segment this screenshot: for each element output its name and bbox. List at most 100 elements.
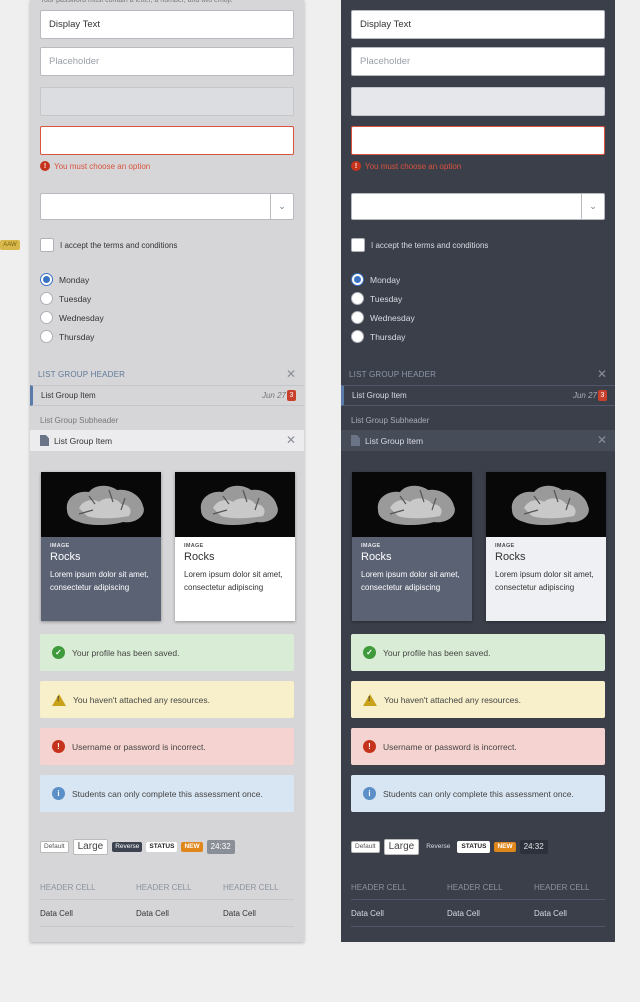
list-group-item-selected[interactable]: List Group Item ✕ [30, 430, 304, 451]
close-icon[interactable]: ✕ [286, 367, 296, 381]
chevron-down-icon[interactable]: ⌄ [581, 194, 604, 219]
table-header-cell: HEADER CELL [351, 883, 407, 892]
radio-thursday[interactable]: Thursday [40, 330, 94, 343]
error-message: ! You must choose an option [40, 161, 150, 171]
radio-dot[interactable] [351, 311, 364, 324]
list-group-item-selected[interactable]: List Group Item ✕ [341, 430, 615, 451]
card-image [175, 472, 295, 537]
radio-monday[interactable]: Monday [351, 273, 400, 286]
card-title: Rocks [495, 551, 526, 563]
error-message-text: You must choose an option [365, 161, 462, 171]
card-description: Lorem ipsum dolor sit amet, consectetur … [50, 570, 149, 592]
card-dark[interactable]: IMAGE Rocks Lorem ipsum dolor sit amet, … [41, 472, 161, 621]
tag-reverse: Reverse [112, 841, 143, 853]
table-cell: Data Cell [40, 908, 73, 918]
checkbox-box[interactable] [351, 238, 365, 252]
alert-error: ! Username or password is incorrect. [351, 728, 605, 765]
placeholder-field[interactable]: Placeholder [351, 47, 605, 76]
terms-checkbox[interactable]: I accept the terms and conditions [40, 238, 177, 252]
rock-image [200, 485, 278, 525]
error-icon: ! [363, 740, 376, 753]
radio-thursday[interactable]: Thursday [351, 330, 405, 343]
table-cell: Data Cell [447, 908, 480, 918]
placeholder-field[interactable]: Placeholder [40, 47, 294, 76]
close-icon[interactable]: ✕ [286, 433, 296, 447]
select-dropdown[interactable]: ⌄ [40, 193, 294, 220]
radio-dot-selected[interactable] [40, 273, 53, 286]
list-group-date: Jun 27 [261, 391, 286, 400]
tag-large: Large [383, 839, 420, 855]
table-header-cell: HEADER CELL [40, 883, 96, 892]
radio-dot[interactable] [351, 292, 364, 305]
close-icon[interactable]: ✕ [597, 367, 607, 381]
table-cell: Data Cell [534, 908, 567, 918]
table-row: Data Cell Data Cell Data Cell [351, 900, 605, 927]
light-theme-panel: Your password must contain a letter, a n… [30, 0, 304, 942]
display-text-field[interactable]: Display Text [40, 10, 294, 39]
tag-default: Default [351, 840, 380, 854]
list-group-subheader: List Group Subheader [40, 416, 119, 425]
table-header-row: HEADER CELL HEADER CELL HEADER CELL [351, 876, 605, 900]
document-icon [351, 435, 360, 446]
alert-warning: ! You haven't attached any resources. [40, 681, 294, 718]
check-circle-icon: ✓ [363, 646, 376, 659]
radio-dot[interactable] [40, 292, 53, 305]
radio-label: Wednesday [59, 312, 104, 323]
info-icon: i [363, 787, 376, 800]
error-icon: ! [40, 161, 50, 171]
chevron-down-icon[interactable]: ⌄ [270, 194, 293, 219]
card-image [41, 472, 161, 537]
card-title: Rocks [361, 551, 392, 563]
alert-error: ! Username or password is incorrect. [40, 728, 294, 765]
radio-label: Tuesday [59, 293, 92, 304]
checkbox-label: I accept the terms and conditions [371, 240, 489, 250]
card-light[interactable]: IMAGE Rocks Lorem ipsum dolor sit amet, … [175, 472, 295, 621]
alert-warning: ! You haven't attached any resources. [351, 681, 605, 718]
list-group-item[interactable]: List Group Item Jun 27 3 [341, 385, 615, 406]
warning-icon: ! [363, 693, 377, 706]
radio-label: Thursday [59, 331, 95, 342]
radio-dot-selected[interactable] [351, 273, 364, 286]
table-header-row: HEADER CELL HEADER CELL HEADER CELL [40, 876, 294, 900]
table-row: Data Cell Data Cell Data Cell [40, 900, 294, 927]
radio-dot[interactable] [40, 330, 53, 343]
radio-dot[interactable] [40, 311, 53, 324]
info-icon: i [52, 787, 65, 800]
alert-text: Students can only complete this assessme… [72, 788, 263, 799]
alert-text: Your profile has been saved. [383, 647, 491, 658]
radio-label: Wednesday [370, 312, 415, 323]
list-group-header: LIST GROUP HEADER [38, 370, 126, 379]
card-title: Rocks [50, 551, 81, 563]
error-field[interactable] [351, 126, 605, 155]
close-icon[interactable]: ✕ [597, 433, 607, 447]
radio-monday[interactable]: Monday [40, 273, 89, 286]
checkbox-box[interactable] [40, 238, 54, 252]
list-group-header: LIST GROUP HEADER [349, 370, 437, 379]
list-group-item[interactable]: List Group Item Jun 27 3 [30, 385, 304, 406]
alert-text: Username or password is incorrect. [383, 741, 517, 752]
password-hint: Your password must contain a letter, a n… [40, 0, 233, 4]
error-field[interactable] [40, 126, 294, 155]
rock-image [377, 485, 455, 525]
display-text-field[interactable]: Display Text [351, 10, 605, 39]
table-header-cell: HEADER CELL [136, 883, 192, 892]
edge-tag: AAW [0, 240, 20, 250]
terms-checkbox[interactable]: I accept the terms and conditions [351, 238, 488, 252]
disabled-field [351, 87, 605, 116]
select-dropdown[interactable]: ⌄ [351, 193, 605, 220]
card-light[interactable]: IMAGE Rocks Lorem ipsum dolor sit amet, … [486, 472, 606, 621]
warning-icon: ! [52, 693, 66, 706]
card-description: Lorem ipsum dolor sit amet, consectetur … [184, 570, 283, 592]
table-header-cell: HEADER CELL [447, 883, 503, 892]
list-group-item-label: List Group Item [365, 435, 424, 446]
radio-dot[interactable] [351, 330, 364, 343]
radio-label: Tuesday [370, 293, 403, 304]
card-dark[interactable]: IMAGE Rocks Lorem ipsum dolor sit amet, … [352, 472, 472, 621]
radio-tuesday[interactable]: Tuesday [40, 292, 91, 305]
radio-wednesday[interactable]: Wednesday [40, 311, 104, 324]
alert-info: i Students can only complete this assess… [40, 775, 294, 812]
checkbox-label: I accept the terms and conditions [60, 240, 178, 250]
radio-wednesday[interactable]: Wednesday [351, 311, 415, 324]
card-image [352, 472, 472, 537]
radio-tuesday[interactable]: Tuesday [351, 292, 402, 305]
